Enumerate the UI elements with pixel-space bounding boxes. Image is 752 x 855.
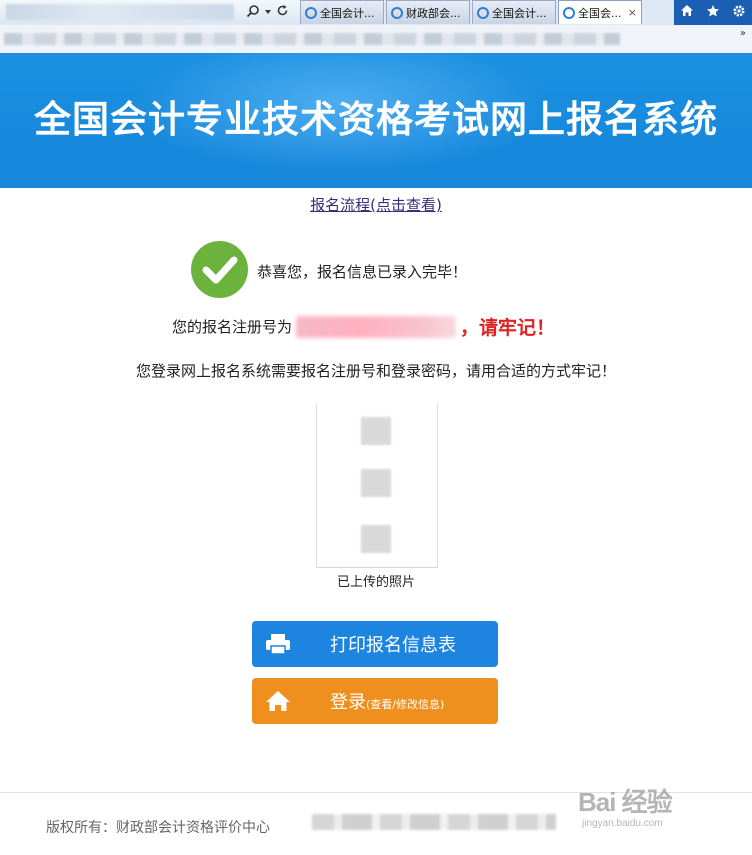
ie-favicon-icon [391, 6, 403, 19]
success-message: 恭喜您，报名信息已录入完毕！ [257, 263, 468, 281]
browser-tab-2[interactable]: 财政部会... [386, 0, 470, 24]
refresh-icon[interactable] [276, 4, 289, 20]
favorites-redacted [4, 33, 620, 45]
address-bar-url-redacted [6, 4, 234, 20]
home-icon[interactable] [680, 4, 694, 21]
browser-chrome: 全国会计... 财政部会... 全国会计... 全国会... × » [0, 0, 752, 54]
login-button[interactable]: 登录(查看/修改信息) [252, 678, 498, 724]
browser-toolbar-icons [674, 0, 752, 25]
login-button-label: 登录(查看/修改信息) [330, 688, 444, 714]
ie-favicon-icon [477, 6, 489, 19]
registration-number-line: 您的报名注册号为 ，请牢记！ [172, 313, 555, 340]
address-bar-tools [246, 3, 289, 21]
browser-tab-1[interactable]: 全国会计... [300, 0, 384, 24]
photo-pixelated-block [361, 525, 391, 553]
more-chevron-icon[interactable]: » [740, 28, 746, 39]
checkmark-icon [191, 241, 248, 298]
print-registration-button[interactable]: 打印报名信息表 [252, 621, 498, 667]
footer-redacted [312, 814, 556, 830]
tab-strip: 全国会计... 财政部会... 全国会计... 全国会... × [300, 0, 644, 25]
photo-caption: 已上传的照片 [336, 575, 415, 590]
tab-label: 全国会计... [320, 6, 375, 20]
settings-gear-icon[interactable] [732, 4, 746, 22]
ie-favicon-icon [563, 6, 575, 19]
dropdown-arrow-icon[interactable] [264, 5, 272, 19]
print-button-label: 打印报名信息表 [330, 635, 456, 656]
registration-process-link[interactable]: 报名流程(点击查看) [0, 194, 752, 215]
address-bar[interactable] [0, 0, 300, 24]
watermark-url: jingyan.baidu.com [582, 818, 663, 829]
favorites-bar [0, 25, 752, 54]
search-icon[interactable] [246, 4, 260, 21]
photo-pixelated-block [361, 417, 391, 445]
favorites-star-icon[interactable] [706, 4, 720, 22]
login-label-main: 登录 [330, 692, 366, 713]
printer-icon [252, 621, 304, 667]
tab-label: 全国会... [578, 6, 622, 20]
login-credentials-note: 您登录网上报名系统需要报名注册号和登录密码，请用合适的方式牢记！ [135, 362, 616, 380]
registration-number-label: 您的报名注册号为 [172, 318, 293, 336]
watermark-logo-text: Bai 经验 [578, 787, 673, 817]
tab-label: 财政部会... [406, 6, 461, 20]
home-icon [252, 678, 304, 724]
registration-number-redacted [296, 315, 457, 338]
close-tab-icon[interactable]: × [628, 6, 637, 19]
page-title: 全国会计专业技术资格考试网上报名系统 [34, 98, 718, 141]
uploaded-photo [316, 403, 438, 568]
baidu-jingyan-watermark: Bai 经验 jingyan.baidu.com [578, 772, 718, 834]
login-label-sub: (查看/修改信息) [366, 698, 445, 711]
remember-warning: ，请牢记！ [460, 317, 556, 339]
browser-tab-3[interactable]: 全国会计... [472, 0, 556, 24]
photo-pixelated-block [361, 469, 391, 497]
site-favicon-icon [305, 6, 317, 19]
browser-tab-active[interactable]: 全国会... × [558, 0, 642, 24]
copyright-text: 版权所有：财政部会计资格评价中心 [46, 820, 270, 836]
header-banner: 全国会计专业技术资格考试网上报名系统 [0, 53, 752, 188]
tab-label: 全国会计... [492, 6, 547, 20]
